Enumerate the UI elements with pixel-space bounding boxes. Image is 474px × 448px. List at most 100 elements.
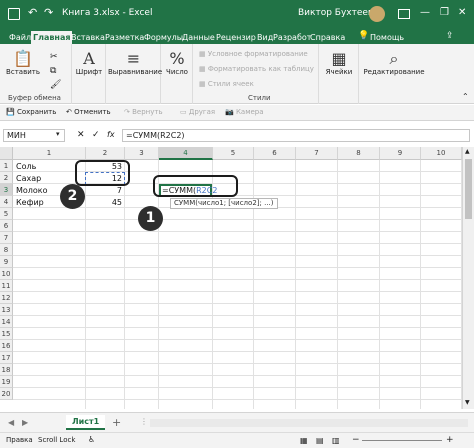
undo-icon[interactable]: ↶ — [28, 6, 37, 19]
page-break-view-icon[interactable]: ▥ — [332, 436, 340, 445]
row-header-10[interactable]: 10 — [0, 268, 13, 280]
gridline-vertical — [379, 160, 380, 409]
qat-camera-button[interactable]: 📷 Камера — [225, 108, 264, 116]
help-search[interactable]: Помощь — [368, 31, 406, 44]
add-sheet-button[interactable]: + — [112, 416, 121, 429]
row-header-7[interactable]: 7 — [0, 232, 13, 244]
cancel-formula-icon[interactable]: ✕ — [77, 130, 85, 140]
column-header-6[interactable]: 6 — [254, 147, 296, 160]
row-header-2[interactable]: 2 — [0, 172, 13, 184]
column-header-10[interactable]: 10 — [421, 147, 462, 160]
horizontal-scroll-options-icon[interactable]: ⋮ — [140, 417, 148, 426]
user-avatar[interactable] — [369, 6, 385, 22]
row-header-17[interactable]: 17 — [0, 352, 13, 364]
row-header-13[interactable]: 13 — [0, 304, 13, 316]
tab-file[interactable]: Файл — [7, 31, 33, 44]
column-header-3[interactable]: 3 — [125, 147, 159, 160]
cell-value-3[interactable]: 7 — [86, 185, 122, 197]
cells-button[interactable]: ▦ Ячейки — [321, 50, 357, 77]
redo-icon[interactable]: ↷ — [44, 6, 53, 19]
normal-view-icon[interactable]: ▦ — [300, 436, 308, 445]
format-table-button[interactable]: ▦ Форматировать как таблицу — [199, 65, 314, 73]
number-button[interactable]: % Число — [163, 50, 191, 77]
row-header-5[interactable]: 5 — [0, 208, 13, 220]
zoom-out-icon[interactable]: − — [352, 435, 360, 445]
restore-button[interactable]: ❐ — [440, 7, 449, 18]
column-header-8[interactable]: 8 — [338, 147, 380, 160]
select-all-corner[interactable] — [0, 147, 13, 160]
format-painter-icon[interactable]: 🖌 — [50, 80, 61, 90]
sheet-prev-icon[interactable]: ◀ — [8, 418, 14, 427]
enter-formula-icon[interactable]: ✓ — [92, 130, 100, 140]
tab-insert[interactable]: Вставка — [69, 31, 107, 44]
tab-page-layout[interactable]: Разметка — [103, 31, 146, 44]
cut-icon[interactable]: ✂ — [50, 52, 58, 62]
scroll-down-icon[interactable]: ▼ — [465, 399, 470, 406]
cell-label-3[interactable]: Молоко — [16, 185, 48, 197]
tab-home[interactable]: Главная — [31, 31, 73, 44]
row-header-16[interactable]: 16 — [0, 340, 13, 352]
column-header-2[interactable]: 2 — [86, 147, 125, 160]
copy-icon[interactable]: ⧉ — [50, 66, 56, 76]
save-icon[interactable] — [8, 8, 20, 20]
page-layout-view-icon[interactable]: ▤ — [316, 436, 324, 445]
row-header-8[interactable]: 8 — [0, 244, 13, 256]
name-box-dropdown-icon[interactable]: ▾ — [56, 130, 60, 138]
row-header-20[interactable]: 20 — [0, 388, 13, 400]
share-icon[interactable]: ⇪ — [446, 31, 454, 41]
cell-label-2[interactable]: Сахар — [16, 173, 41, 185]
ribbon-display-icon[interactable] — [398, 9, 410, 19]
tab-data[interactable]: Данные — [180, 31, 217, 44]
row-header-11[interactable]: 11 — [0, 280, 13, 292]
editing-button[interactable]: ⌕ Редактирование — [361, 50, 427, 77]
accessibility-icon[interactable]: ♿ — [88, 435, 95, 444]
row-header-4[interactable]: 4 — [0, 196, 13, 208]
column-header-5[interactable]: 5 — [213, 147, 254, 160]
horizontal-scrollbar[interactable] — [150, 419, 468, 427]
vertical-scrollbar[interactable]: ▲ ▼ — [462, 147, 474, 409]
font-button[interactable]: A Шрифт — [74, 50, 104, 77]
column-header-1[interactable]: 1 — [13, 147, 86, 160]
row-header-12[interactable]: 12 — [0, 292, 13, 304]
row-header-15[interactable]: 15 — [0, 328, 13, 340]
collapse-ribbon-icon[interactable]: ⌃ — [462, 92, 469, 101]
gridline-horizontal — [13, 267, 462, 268]
conditional-format-button[interactable]: ▦ Условное форматирование — [199, 50, 308, 58]
sheet-next-icon[interactable]: ▶ — [22, 418, 28, 427]
qat-save-button[interactable]: 💾 Сохранить — [6, 108, 56, 116]
scroll-thumb[interactable] — [465, 159, 472, 219]
tab-review[interactable]: Рецензир — [214, 31, 258, 44]
row-header-18[interactable]: 18 — [0, 364, 13, 376]
row-header-9[interactable]: 9 — [0, 256, 13, 268]
cell-label-1[interactable]: Соль — [16, 161, 36, 173]
row-header-19[interactable]: 19 — [0, 376, 13, 388]
paste-button[interactable]: 📋 Вставить — [6, 50, 40, 77]
cell-styles-button[interactable]: ▦ Стили ячеек — [199, 80, 254, 88]
row-header-6[interactable]: 6 — [0, 220, 13, 232]
close-button[interactable]: ✕ — [458, 7, 466, 18]
user-name[interactable]: Виктор Бухтеев — [298, 8, 373, 18]
tab-formulas[interactable]: Формулы — [142, 31, 185, 44]
row-header-1[interactable]: 1 — [0, 160, 13, 172]
column-header-4[interactable]: 4 — [159, 147, 213, 160]
alignment-button[interactable]: ≡ Выравнивание — [108, 49, 162, 77]
cell-label-4[interactable]: Кефир — [16, 197, 44, 209]
row-header-3[interactable]: 3 — [0, 184, 13, 196]
align-icon: ≡ — [126, 49, 141, 68]
zoom-slider[interactable] — [362, 440, 442, 441]
qat-undo-button[interactable]: ↶ Отменить — [66, 108, 111, 116]
minimize-button[interactable]: — — [420, 7, 430, 18]
qat-other-button[interactable]: ▭ Другая — [180, 108, 215, 116]
tab-help[interactable]: Справка — [308, 31, 347, 44]
status-bar: Правка Scroll Lock ♿ ▦ ▤ ▥ − + — [0, 432, 474, 448]
scroll-up-icon[interactable]: ▲ — [465, 148, 470, 155]
qat-redo-button[interactable]: ↷ Вернуть — [124, 108, 163, 116]
formula-input[interactable]: =СУММ(R2C2) — [122, 129, 470, 142]
zoom-in-button[interactable]: + — [446, 435, 454, 445]
sheet-tab-active[interactable]: Лист1 — [66, 415, 106, 430]
column-header-7[interactable]: 7 — [296, 147, 338, 160]
insert-function-button[interactable]: fx — [107, 130, 115, 139]
cell-value-4[interactable]: 45 — [86, 197, 122, 209]
column-header-9[interactable]: 9 — [380, 147, 421, 160]
row-header-14[interactable]: 14 — [0, 316, 13, 328]
